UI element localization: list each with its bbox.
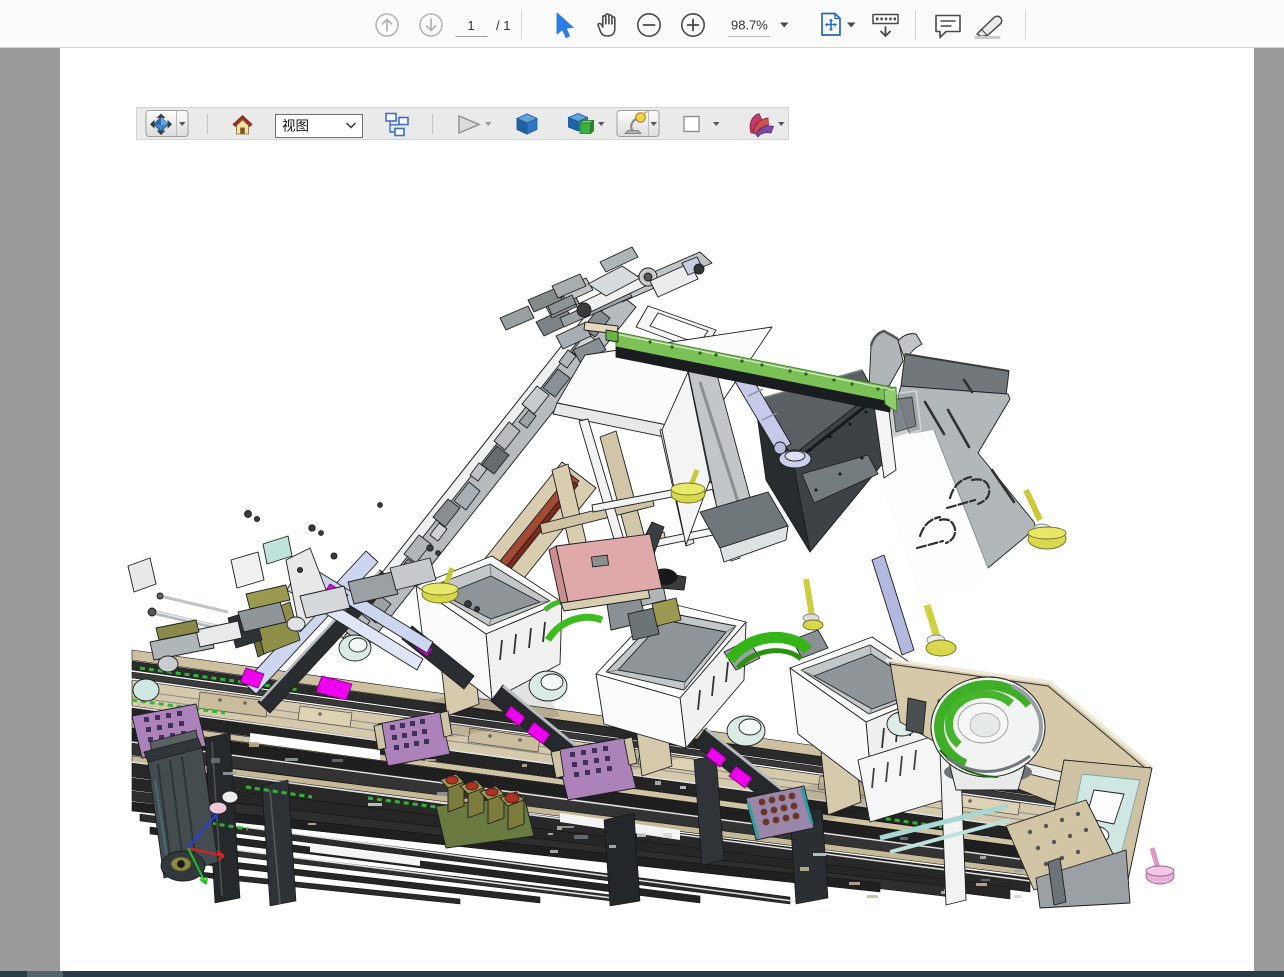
svg-text:1: 1 [467, 18, 474, 33]
svg-text:/ 1: / 1 [496, 18, 510, 33]
svg-text:98.7%: 98.7% [731, 18, 768, 33]
svg-text:视图: 视图 [282, 119, 309, 134]
